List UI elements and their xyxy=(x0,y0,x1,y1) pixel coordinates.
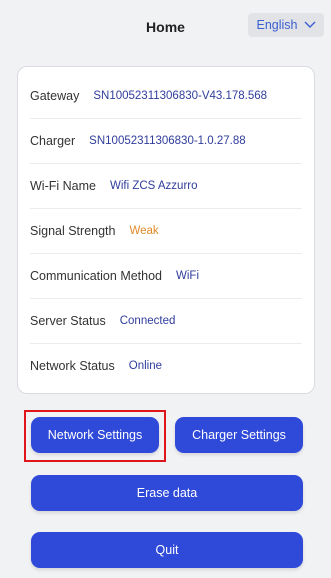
language-selector[interactable]: English xyxy=(248,13,324,37)
quit-button[interactable]: Quit xyxy=(31,532,303,568)
device-info-card: Gateway SN10052311306830-V43.178.568 Cha… xyxy=(17,66,315,394)
info-value: Weak xyxy=(129,224,159,237)
info-value: Connected xyxy=(119,314,176,327)
network-settings-button[interactable]: Network Settings xyxy=(31,417,159,453)
erase-data-button[interactable]: Erase data xyxy=(31,475,303,511)
info-row-gateway: Gateway SN10052311306830-V43.178.568 xyxy=(30,73,302,119)
info-value: SN10052311306830-1.0.27.88 xyxy=(89,134,246,147)
info-label: Charger xyxy=(30,133,76,148)
info-value: Wifi ZCS Azzurro xyxy=(109,179,198,192)
info-value: WiFi xyxy=(176,269,200,282)
info-label: Communication Method xyxy=(30,268,163,283)
info-row-wifi-name: Wi-Fi Name Wifi ZCS Azzurro xyxy=(30,163,302,209)
info-label: Gateway xyxy=(30,88,80,103)
info-label: Network Status xyxy=(30,358,115,373)
info-row-signal-strength: Signal Strength Weak xyxy=(30,208,302,254)
chevron-down-icon xyxy=(304,21,315,28)
language-label: English xyxy=(256,18,298,32)
info-value: Online xyxy=(128,359,163,372)
info-row-charger: Charger SN10052311306830-1.0.27.88 xyxy=(30,118,302,164)
info-row-network-status: Network Status Online xyxy=(30,343,302,388)
charger-settings-button[interactable]: Charger Settings xyxy=(175,417,303,453)
info-row-server-status: Server Status Connected xyxy=(30,298,302,344)
info-label: Signal Strength xyxy=(30,223,116,238)
info-label: Wi-Fi Name xyxy=(30,178,96,193)
info-row-communication-method: Communication Method WiFi xyxy=(30,253,302,299)
app-header: Home English xyxy=(0,0,331,50)
info-value: SN10052311306830-V43.178.568 xyxy=(93,89,268,102)
info-label: Server Status xyxy=(30,313,106,328)
